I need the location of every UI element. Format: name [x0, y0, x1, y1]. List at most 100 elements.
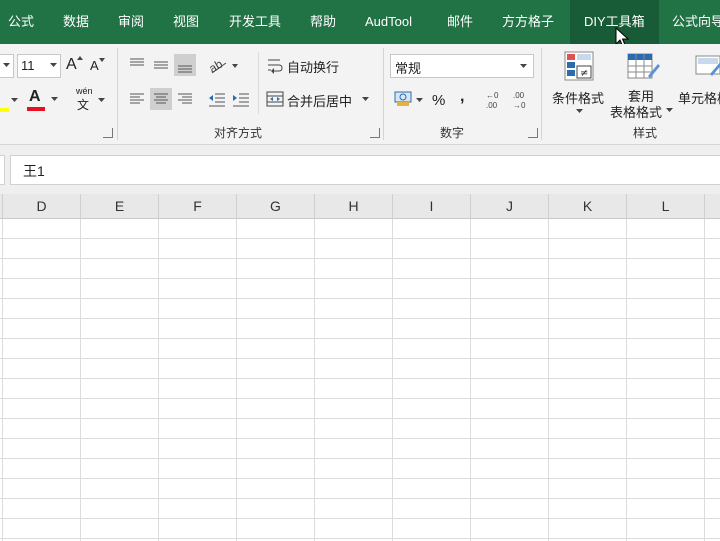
- tab-fangfanggezi[interactable]: 方方格子: [502, 0, 554, 44]
- decrease-font-size-button[interactable]: A: [90, 58, 108, 78]
- svg-text:.00: .00: [513, 91, 525, 100]
- font-color-icon: A: [29, 88, 41, 105]
- group-separator: [541, 48, 542, 140]
- divider: [258, 52, 259, 114]
- group-separator: [383, 48, 384, 140]
- tab-mail[interactable]: 邮件: [447, 0, 473, 44]
- chevron-down-icon: [576, 109, 583, 113]
- decrease-font-icon: A: [90, 58, 99, 73]
- column-header-d[interactable]: D: [3, 194, 81, 218]
- tab-review[interactable]: 审阅: [118, 0, 144, 44]
- accounting-format-button[interactable]: [393, 89, 425, 111]
- orientation-button[interactable]: ab: [206, 54, 240, 76]
- middle-align-button[interactable]: [150, 54, 172, 76]
- comma-style-button[interactable]: ,: [460, 88, 464, 106]
- increase-decimal-button[interactable]: ←0 .00: [483, 89, 507, 111]
- column-header-h[interactable]: H: [315, 194, 393, 218]
- merge-center-label: 合并后居中: [287, 94, 353, 109]
- number-group-label: 数字: [440, 126, 465, 140]
- align-middle-icon: [154, 61, 168, 69]
- number-format-value: 常规: [395, 61, 422, 76]
- wrap-text-icon: [268, 59, 283, 74]
- name-box[interactable]: [0, 155, 5, 185]
- increase-font-size-button[interactable]: A: [66, 56, 84, 76]
- phonetic-char: 文: [77, 98, 90, 112]
- align-center-icon: [154, 93, 168, 104]
- tab-formulas[interactable]: 公式: [8, 0, 34, 44]
- formula-bar-area: 王1: [0, 145, 720, 194]
- merge-center-button[interactable]: 合并后居中: [266, 88, 374, 110]
- cell-styles-label: 单元格样式: [678, 91, 720, 106]
- column-header-e[interactable]: E: [81, 194, 159, 218]
- chevron-down-icon: [51, 97, 58, 101]
- group-separator: [117, 48, 118, 140]
- alignment-dialog-launcher[interactable]: [370, 128, 380, 138]
- tab-view[interactable]: 视图: [173, 0, 199, 44]
- tab-formula-wizard[interactable]: 公式向导: [672, 0, 720, 44]
- tab-developer[interactable]: 开发工具: [229, 0, 281, 44]
- column-header-partial[interactable]: [705, 194, 720, 218]
- fill-color-button[interactable]: [0, 90, 20, 112]
- conditional-formatting-label: 条件格式: [552, 91, 605, 106]
- alignment-group-label: 对齐方式: [214, 126, 263, 140]
- format-as-table-icon: [627, 53, 660, 79]
- accounting-icon: [394, 91, 423, 106]
- chevron-down-icon: [11, 98, 18, 102]
- decrease-indent-button[interactable]: [206, 88, 228, 110]
- font-size-field[interactable]: 11: [17, 54, 61, 78]
- phonetic-guide-button[interactable]: wén 文: [72, 86, 108, 112]
- format-as-table-button[interactable]: 套用 表格格式: [608, 48, 674, 120]
- chevron-down-icon: [50, 63, 57, 67]
- align-top-icon: [130, 58, 144, 66]
- cell-styles-button[interactable]: 单元格样式: [676, 48, 720, 118]
- fill-color-swatch: [0, 108, 9, 112]
- svg-text:≠: ≠: [580, 68, 588, 79]
- wrap-text-button[interactable]: 自动换行: [266, 54, 350, 76]
- chevron-down-icon: [666, 108, 673, 112]
- worksheet-grid[interactable]: [0, 219, 720, 541]
- increase-decimal-icon: ←0 .00: [486, 91, 499, 110]
- decrease-decimal-button[interactable]: .00 →0: [510, 89, 534, 111]
- wrap-text-label: 自动换行: [287, 60, 340, 75]
- conditional-formatting-button[interactable]: ≠ 条件格式: [549, 48, 609, 118]
- chevron-down-icon: [98, 98, 105, 102]
- tab-audtool[interactable]: AudTool: [365, 0, 412, 44]
- column-header-k[interactable]: K: [549, 194, 627, 218]
- tab-data[interactable]: 数据: [63, 0, 89, 44]
- chevron-down-icon: [362, 97, 369, 101]
- font-dialog-launcher[interactable]: [103, 128, 113, 138]
- align-left-button[interactable]: [126, 88, 148, 110]
- font-color-button[interactable]: A: [27, 88, 61, 112]
- font-name-dropdown-arrow[interactable]: [0, 54, 14, 78]
- caret-up-icon: [77, 56, 83, 60]
- increase-indent-icon: [233, 93, 249, 107]
- align-bottom-icon: [178, 65, 192, 73]
- number-format-dropdown[interactable]: 常规: [390, 54, 534, 78]
- column-header-l[interactable]: L: [627, 194, 705, 218]
- column-header-i[interactable]: I: [393, 194, 471, 218]
- align-center-button[interactable]: [150, 88, 172, 110]
- format-as-table-label-line2: 表格格式: [610, 105, 663, 120]
- tab-help[interactable]: 帮助: [310, 0, 336, 44]
- decrease-indent-icon: [209, 93, 225, 107]
- increase-indent-button[interactable]: [230, 88, 252, 110]
- column-header-j[interactable]: J: [471, 194, 549, 218]
- bottom-align-button[interactable]: [174, 54, 196, 76]
- svg-text:.00: .00: [486, 101, 498, 110]
- merge-cells-icon: [266, 91, 284, 107]
- top-align-button[interactable]: [126, 54, 148, 76]
- formula-content: 王1: [23, 163, 45, 179]
- number-dialog-launcher[interactable]: [528, 128, 538, 138]
- formula-input[interactable]: 王1: [10, 155, 720, 185]
- cell-styles-icon: [695, 55, 720, 76]
- phonetic-pinyin: wén: [76, 86, 93, 96]
- percent-style-button[interactable]: %: [432, 92, 445, 109]
- ribbon-tab-bar: 公式 数据 审阅 视图 开发工具 帮助 AudTool 邮件 方方格子 DIY工…: [0, 0, 720, 48]
- decrease-decimal-icon: .00 →0: [513, 91, 526, 110]
- column-header-g[interactable]: G: [237, 194, 315, 218]
- font-size-value: 11: [21, 58, 35, 73]
- svg-text:→0: →0: [513, 101, 526, 110]
- align-right-button[interactable]: [174, 88, 196, 110]
- caret-down-icon: [99, 58, 105, 62]
- column-header-f[interactable]: F: [159, 194, 237, 218]
